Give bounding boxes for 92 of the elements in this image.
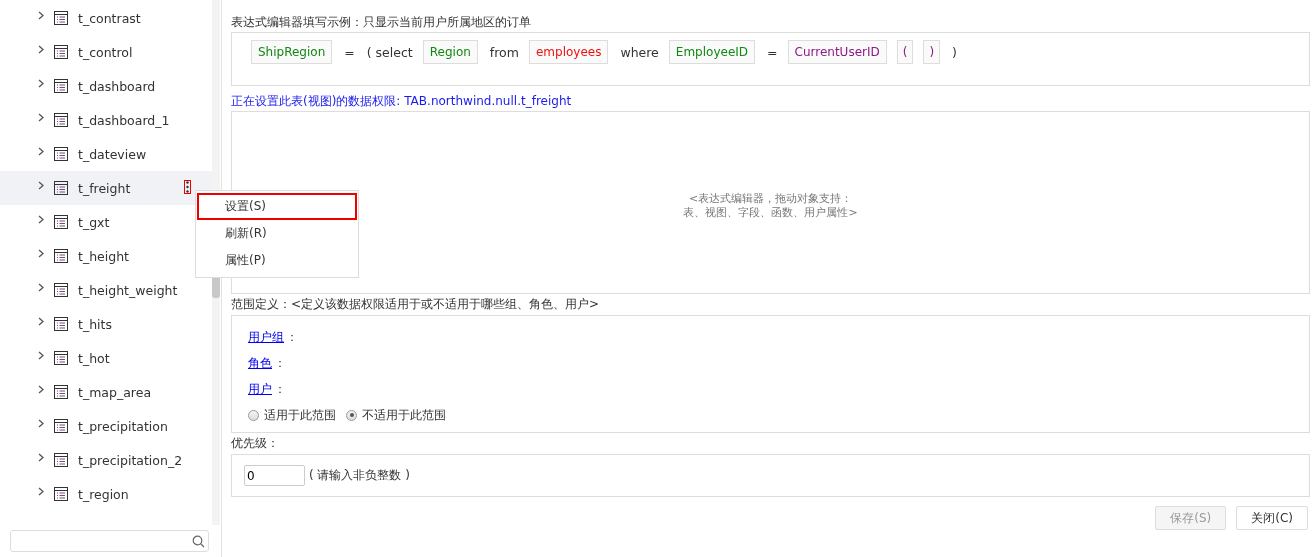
priority-input[interactable]: 0 xyxy=(244,465,305,486)
field-token[interactable]: Region xyxy=(422,40,478,64)
chevron-icon[interactable] xyxy=(38,180,45,190)
keyword-text: = xyxy=(344,44,355,60)
chevron-icon[interactable] xyxy=(38,486,45,496)
chevron-icon[interactable] xyxy=(38,384,45,394)
radio-button[interactable] xyxy=(248,409,259,421)
tree-item[interactable]: t_hits xyxy=(0,307,212,341)
scope-link[interactable]: 用户 xyxy=(248,380,272,398)
keyword-text: ) xyxy=(952,44,957,60)
table-icon xyxy=(54,453,68,467)
parenthesis-token[interactable]: ( xyxy=(896,40,914,64)
table-icon xyxy=(54,147,68,161)
section-title: 优先级： xyxy=(231,435,280,452)
scope-link[interactable]: 角色 xyxy=(248,354,272,372)
tree-item[interactable]: t_freight xyxy=(0,171,212,205)
tree-item-label: t_dashboard_1 xyxy=(78,112,170,128)
keyword-text: from xyxy=(489,44,519,60)
tree-item[interactable]: t_hot xyxy=(0,341,212,375)
scope-link[interactable]: 用户组 xyxy=(248,328,284,346)
menu-item[interactable]: 设置(S) xyxy=(197,193,357,220)
chevron-icon[interactable] xyxy=(38,452,45,462)
tree-item[interactable]: t_precipitation_2 xyxy=(0,443,212,477)
tree-item[interactable]: t_map_area xyxy=(0,375,212,409)
table-icon xyxy=(54,385,68,399)
radio-label: 不适用于此范围 xyxy=(362,406,446,424)
table-icon xyxy=(54,181,68,195)
permission-target-label: 正在设置此表(视图)的数据权限: TAB.northwind.null.t_freight xyxy=(231,93,573,110)
tree-item-label: t_precipitation xyxy=(78,418,168,434)
tree-item-label: t_gxt xyxy=(78,214,110,230)
table-icon xyxy=(54,283,68,297)
field-token[interactable]: ShipRegion xyxy=(251,40,333,64)
table-icon xyxy=(54,249,68,263)
radio-label: 适用于此范围 xyxy=(264,406,336,424)
chevron-icon[interactable] xyxy=(38,78,45,88)
tree-item-label: t_contrast xyxy=(78,10,141,26)
tree-item[interactable]: t_region xyxy=(0,477,212,511)
tree-item-label: t_precipitation_2 xyxy=(78,452,183,468)
table-icon xyxy=(54,487,68,501)
colon-text: ： xyxy=(286,328,298,346)
tree-item-label: t_hits xyxy=(78,316,112,332)
chevron-icon[interactable] xyxy=(38,282,45,292)
tree-item[interactable]: t_dateview xyxy=(0,137,212,171)
table-icon xyxy=(54,45,68,59)
chevron-icon[interactable] xyxy=(38,350,45,360)
tree-item[interactable]: t_contrast xyxy=(0,1,212,35)
tree-item[interactable]: t_precipitation xyxy=(0,409,212,443)
tree-item[interactable]: t_dashboard_1 xyxy=(0,103,212,137)
table-icon xyxy=(54,317,68,331)
tree-item-label: t_height xyxy=(78,248,129,264)
chevron-icon[interactable] xyxy=(38,316,45,326)
tree-item-label: t_dateview xyxy=(78,146,147,162)
radio-button[interactable] xyxy=(346,409,357,421)
chevron-icon[interactable] xyxy=(38,418,45,428)
variable-token[interactable]: CurrentUserID xyxy=(787,40,887,64)
colon-text: ： xyxy=(274,354,286,372)
more-options-icon[interactable] xyxy=(184,180,191,194)
tree-item[interactable]: t_control xyxy=(0,35,212,69)
parenthesis-token[interactable]: ) xyxy=(923,40,941,64)
table-icon xyxy=(54,351,68,365)
tree-item-label: t_freight xyxy=(78,180,131,196)
keyword-text: where xyxy=(620,44,659,60)
chevron-icon[interactable] xyxy=(38,112,45,122)
chevron-icon[interactable] xyxy=(38,44,45,54)
table-icon xyxy=(54,215,68,229)
table-icon xyxy=(54,79,68,93)
tree-item-label: t_height_weight xyxy=(78,282,178,298)
chevron-icon[interactable] xyxy=(38,214,45,224)
tree-item-label: t_map_area xyxy=(78,384,152,400)
chevron-icon[interactable] xyxy=(38,146,45,156)
tree-item-label: t_region xyxy=(78,486,129,502)
search-field[interactable] xyxy=(10,530,209,552)
table-token[interactable]: employees xyxy=(528,40,609,64)
tree-item-label: t_hot xyxy=(78,350,110,366)
table-icon xyxy=(54,11,68,25)
section-title: 范围定义：<定义该数据权限适用于或不适用于哪些组、角色、用户> xyxy=(231,296,601,313)
search-icon[interactable] xyxy=(192,534,205,548)
table-icon xyxy=(54,419,68,433)
close-button[interactable]: 关闭(C) xyxy=(1236,506,1308,530)
tree-item[interactable]: t_dashboard xyxy=(0,69,212,103)
colon-text: ： xyxy=(274,380,286,398)
hint-text: ( 请输入非负整数 ) xyxy=(309,467,410,484)
section-title: 表达式编辑器填写示例：只显示当前用户所属地区的订单 xyxy=(231,14,532,31)
keyword-text: ( select xyxy=(366,44,413,60)
field-token[interactable]: EmployeeID xyxy=(668,40,756,64)
chevron-icon[interactable] xyxy=(38,10,45,20)
tree-item[interactable]: t_height_weight xyxy=(0,273,212,307)
chevron-icon[interactable] xyxy=(38,248,45,258)
tree-item-label: t_dashboard xyxy=(78,78,156,94)
tree-item-label: t_control xyxy=(78,44,133,60)
table-icon xyxy=(54,113,68,127)
keyword-text: = xyxy=(767,44,778,60)
